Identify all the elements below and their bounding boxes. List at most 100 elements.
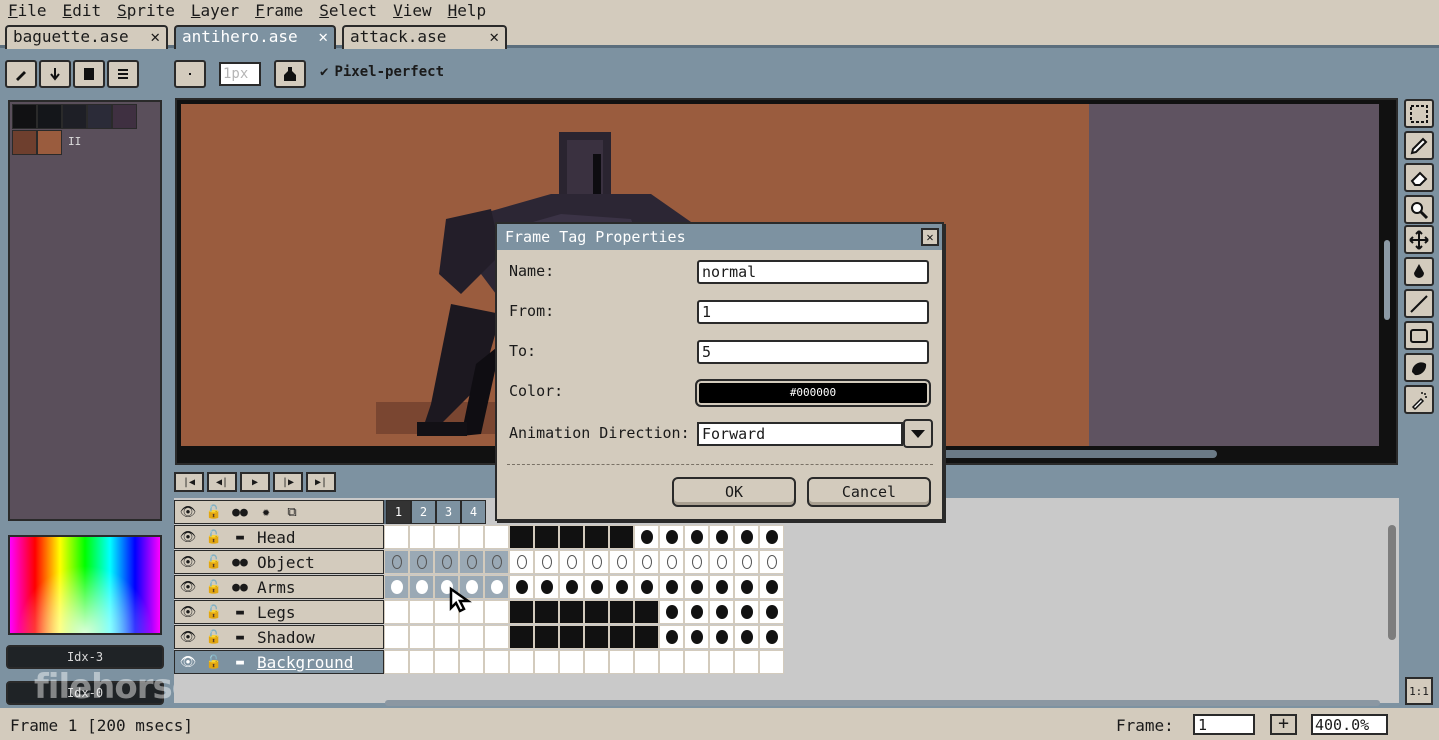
cel[interactable] — [534, 650, 559, 674]
cel[interactable] — [584, 575, 609, 599]
cel[interactable] — [684, 525, 709, 549]
layer-row-head[interactable]: 👁 🔓 ▬ Head — [174, 525, 789, 549]
cel[interactable] — [509, 600, 534, 624]
eye-icon[interactable]: 👁 — [175, 530, 201, 545]
cel[interactable] — [759, 600, 784, 624]
timeline-vertical-scrollbar[interactable] — [1388, 525, 1396, 640]
cel[interactable] — [509, 575, 534, 599]
layer-row-background[interactable]: 👁 🔓 ▬ Background — [174, 650, 789, 674]
eye-icon[interactable]: 👁 — [175, 630, 201, 645]
cel[interactable] — [484, 550, 509, 574]
layer-name[interactable]: Shadow — [257, 628, 315, 647]
cel[interactable] — [534, 600, 559, 624]
contour-tool-button[interactable] — [1404, 353, 1434, 382]
palette-swatch[interactable] — [37, 104, 62, 129]
name-field[interactable]: normal — [697, 260, 929, 284]
cel[interactable] — [759, 525, 784, 549]
cel[interactable] — [634, 600, 659, 624]
cel[interactable] — [659, 600, 684, 624]
frame-number[interactable]: 1 — [386, 500, 411, 524]
cel[interactable] — [634, 525, 659, 549]
cel[interactable] — [434, 625, 459, 649]
cel[interactable] — [734, 600, 759, 624]
cel[interactable] — [634, 550, 659, 574]
lock-icon[interactable]: 🔓 — [201, 530, 227, 545]
ok-button[interactable]: OK — [672, 477, 796, 507]
cel[interactable] — [584, 525, 609, 549]
eye-icon[interactable]: 👁 — [175, 605, 201, 620]
continuous-icon[interactable]: ▬ — [227, 530, 253, 545]
eraser-tool-button[interactable] — [1404, 163, 1434, 192]
menu-frame[interactable]: Frame — [247, 0, 311, 22]
dropdown-button[interactable] — [903, 419, 933, 448]
move-tool-button[interactable] — [1404, 225, 1434, 254]
palette-presets-button[interactable] — [73, 60, 105, 88]
first-frame-button[interactable]: |◀ — [174, 472, 204, 492]
layer-name[interactable]: Arms — [257, 578, 296, 597]
cel[interactable] — [609, 600, 634, 624]
cel[interactable] — [759, 550, 784, 574]
to-field[interactable]: 5 — [697, 340, 929, 364]
lock-icon[interactable]: 🔓 — [201, 505, 227, 520]
cel[interactable] — [534, 575, 559, 599]
scrollbar-thumb[interactable] — [1384, 240, 1390, 320]
cel[interactable] — [659, 650, 684, 674]
cel[interactable] — [409, 525, 434, 549]
continuous-icon[interactable]: ▬ — [227, 605, 253, 620]
cel[interactable] — [709, 650, 734, 674]
palette-swatch[interactable] — [12, 104, 37, 129]
cel[interactable] — [509, 550, 534, 574]
rectangle-tool-button[interactable] — [1404, 321, 1434, 350]
layer-row-legs[interactable]: 👁 🔓 ▬ Legs — [174, 600, 789, 624]
zoom-reset-button[interactable]: 1:1 — [1405, 677, 1433, 705]
previous-frame-button[interactable]: ◀| — [207, 472, 237, 492]
continuous-icon[interactable]: ▬ — [227, 655, 253, 670]
next-frame-button[interactable]: |▶ — [273, 472, 303, 492]
palette-swatch[interactable] — [12, 130, 37, 155]
menu-sprite[interactable]: Sprite — [109, 0, 183, 22]
cel[interactable] — [659, 625, 684, 649]
menu-file[interactable]: File — [0, 0, 55, 22]
cel[interactable] — [559, 550, 584, 574]
cel[interactable] — [459, 650, 484, 674]
cel[interactable] — [734, 625, 759, 649]
menu-select[interactable]: Select — [311, 0, 385, 22]
edit-palette-button[interactable] — [5, 60, 37, 88]
eye-icon[interactable]: 👁 — [175, 505, 201, 520]
cel[interactable] — [384, 625, 409, 649]
cel[interactable] — [709, 525, 734, 549]
menu-view[interactable]: View — [385, 0, 440, 22]
fill-tool-button[interactable] — [1404, 257, 1434, 286]
cel[interactable] — [384, 650, 409, 674]
cel[interactable] — [559, 625, 584, 649]
cel[interactable] — [609, 625, 634, 649]
cel[interactable] — [609, 650, 634, 674]
eye-icon[interactable]: 👁 — [175, 555, 201, 570]
cel[interactable] — [484, 625, 509, 649]
cel[interactable] — [509, 525, 534, 549]
cel[interactable] — [559, 525, 584, 549]
cel[interactable] — [509, 625, 534, 649]
layer-name[interactable]: Head — [257, 528, 296, 547]
last-frame-button[interactable]: ▶| — [306, 472, 336, 492]
brush-type-button[interactable] — [174, 60, 206, 88]
foreground-color-bar[interactable]: Idx-3 — [6, 645, 164, 669]
cel[interactable] — [709, 625, 734, 649]
gear-icon[interactable]: ✹ — [253, 505, 279, 520]
layer-row-shadow[interactable]: 👁 🔓 ▬ Shadow — [174, 625, 789, 649]
cel[interactable] — [559, 575, 584, 599]
cel[interactable] — [434, 650, 459, 674]
frame-number[interactable]: 4 — [461, 500, 486, 524]
zoom-input[interactable]: 400.0% — [1311, 714, 1388, 735]
cel[interactable] — [434, 550, 459, 574]
palette-swatch[interactable] — [112, 104, 137, 129]
cel[interactable] — [409, 550, 434, 574]
cel[interactable] — [384, 525, 409, 549]
sort-palette-button[interactable] — [39, 60, 71, 88]
play-button[interactable]: ▶ — [240, 472, 270, 492]
palette-swatch[interactable] — [87, 104, 112, 129]
cel[interactable] — [459, 625, 484, 649]
cel[interactable] — [584, 650, 609, 674]
cel[interactable] — [634, 650, 659, 674]
cel[interactable] — [409, 575, 434, 599]
